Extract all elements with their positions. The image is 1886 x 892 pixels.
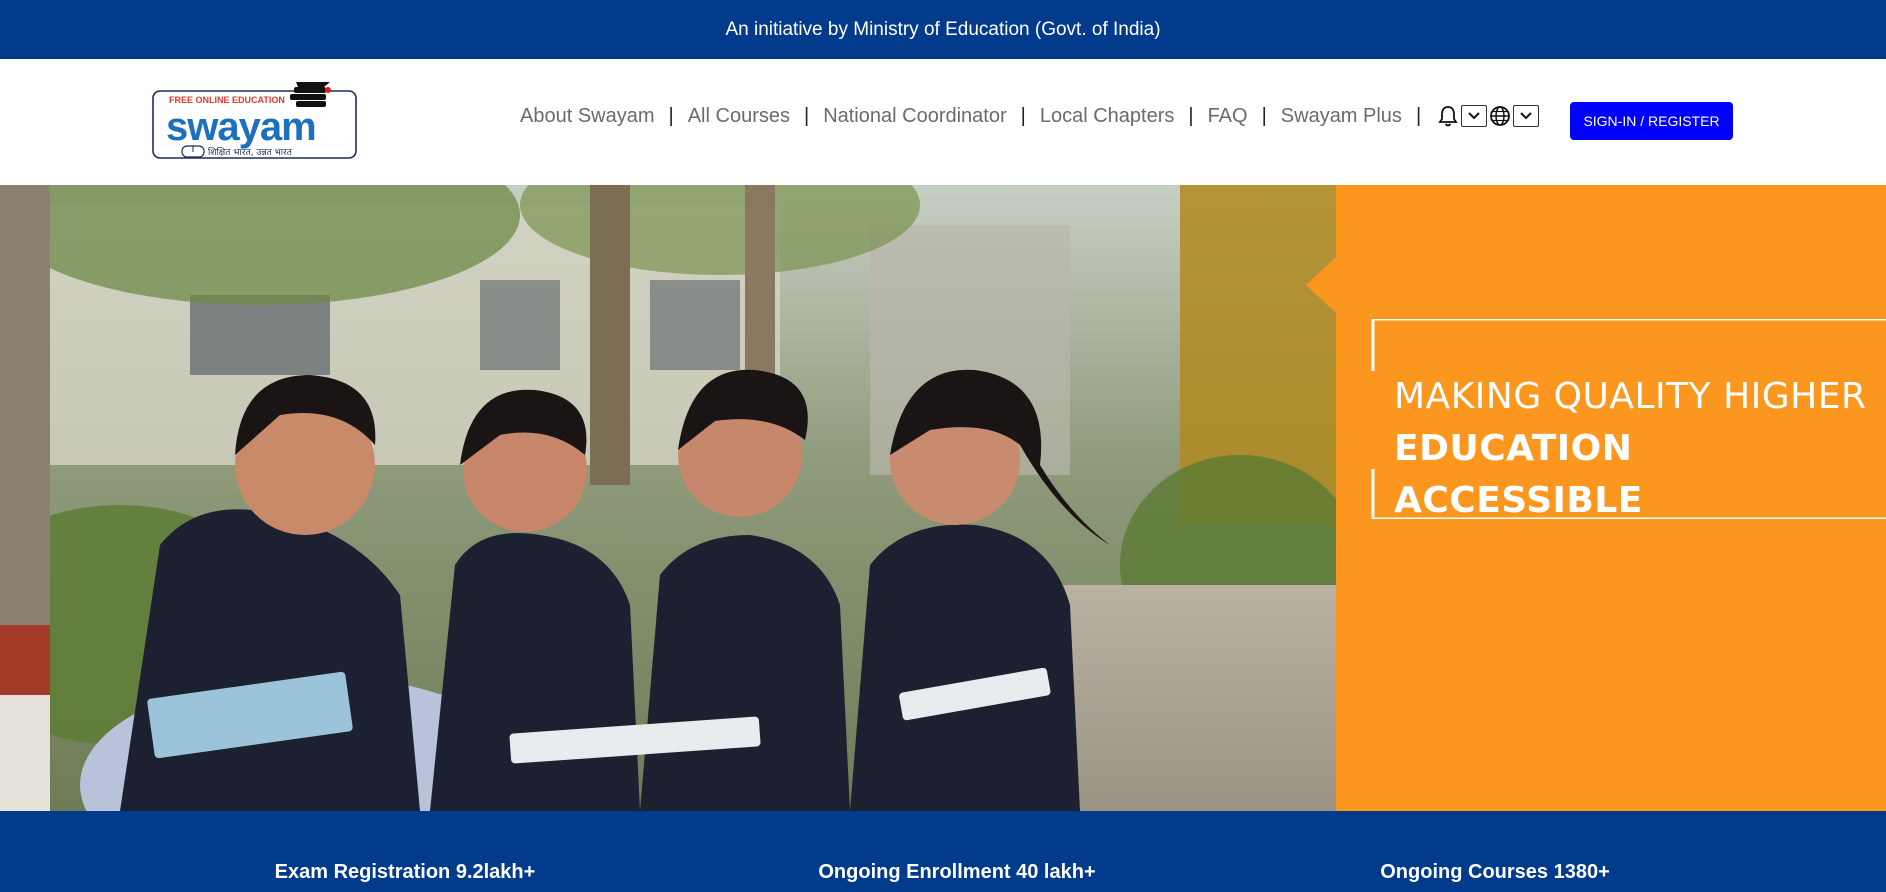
svg-text:FREE ONLINE EDUCATION: FREE ONLINE EDUCATION xyxy=(169,95,285,105)
initiative-text: An initiative by Ministry of Education (… xyxy=(725,18,1161,40)
svg-text:शिक्षित भारत, उन्नत भारत: शिक्षित भारत, उन्नत भारत xyxy=(208,146,293,158)
stat-exam-registration: Exam Registration 9.2lakh+ xyxy=(274,861,536,883)
nav-separator: | xyxy=(1188,104,1194,127)
hero-tagline-line2: EDUCATION ACCESSIBLE xyxy=(1394,428,1643,521)
nav-about-swayam[interactable]: About Swayam xyxy=(520,105,655,128)
students-photo xyxy=(0,185,1336,811)
language-dropdown[interactable] xyxy=(1513,105,1540,127)
main-nav: About Swayam | All Courses | National Co… xyxy=(520,101,1540,131)
nav-faq[interactable]: FAQ xyxy=(1208,105,1248,128)
hero-tagline-line1: MAKING QUALITY HIGHER xyxy=(1394,376,1867,417)
nav-separator: | xyxy=(1261,104,1267,127)
chevron-down-icon xyxy=(1520,112,1532,120)
swayam-logo[interactable]: FREE ONLINE EDUCATION swayam शिक्षित भार… xyxy=(152,81,358,161)
nav-local-chapters[interactable]: Local Chapters xyxy=(1040,105,1175,128)
nav-swayam-plus[interactable]: Swayam Plus xyxy=(1281,105,1402,128)
notification-dropdown[interactable] xyxy=(1461,105,1488,127)
nav-tools xyxy=(1437,104,1540,128)
stat-ongoing-enrollment: Ongoing Enrollment 40 lakh+ xyxy=(818,861,1096,883)
panel-arrow xyxy=(1306,257,1336,313)
nav-separator: | xyxy=(1415,104,1422,127)
nav-separator: | xyxy=(803,104,810,127)
sign-in-register-button[interactable]: SIGN-IN / REGISTER xyxy=(1570,102,1733,140)
nav-all-courses[interactable]: All Courses xyxy=(688,105,790,128)
nav-separator: | xyxy=(1020,104,1026,127)
hero-tagline: MAKING QUALITY HIGHER EDUCATION ACCESSIB… xyxy=(1394,371,1874,527)
nav-national-coordinator[interactable]: National Coordinator xyxy=(823,105,1006,128)
stats-bar: Exam Registration 9.2lakh+ Ongoing Enrol… xyxy=(0,811,1886,892)
nav-separator: | xyxy=(668,104,674,127)
chevron-down-icon xyxy=(1468,112,1480,120)
initiative-banner: An initiative by Ministry of Education (… xyxy=(0,0,1886,59)
bell-icon[interactable] xyxy=(1437,104,1459,128)
swayam-logo-graphic: FREE ONLINE EDUCATION swayam शिक्षित भार… xyxy=(152,82,357,159)
hero-banner: MAKING QUALITY HIGHER EDUCATION ACCESSIB… xyxy=(0,185,1886,811)
site-header: FREE ONLINE EDUCATION swayam शिक्षित भार… xyxy=(0,59,1886,185)
svg-text:swayam: swayam xyxy=(166,105,316,149)
stat-ongoing-courses: Ongoing Courses 1380+ xyxy=(1380,861,1610,883)
globe-icon[interactable] xyxy=(1489,105,1511,127)
